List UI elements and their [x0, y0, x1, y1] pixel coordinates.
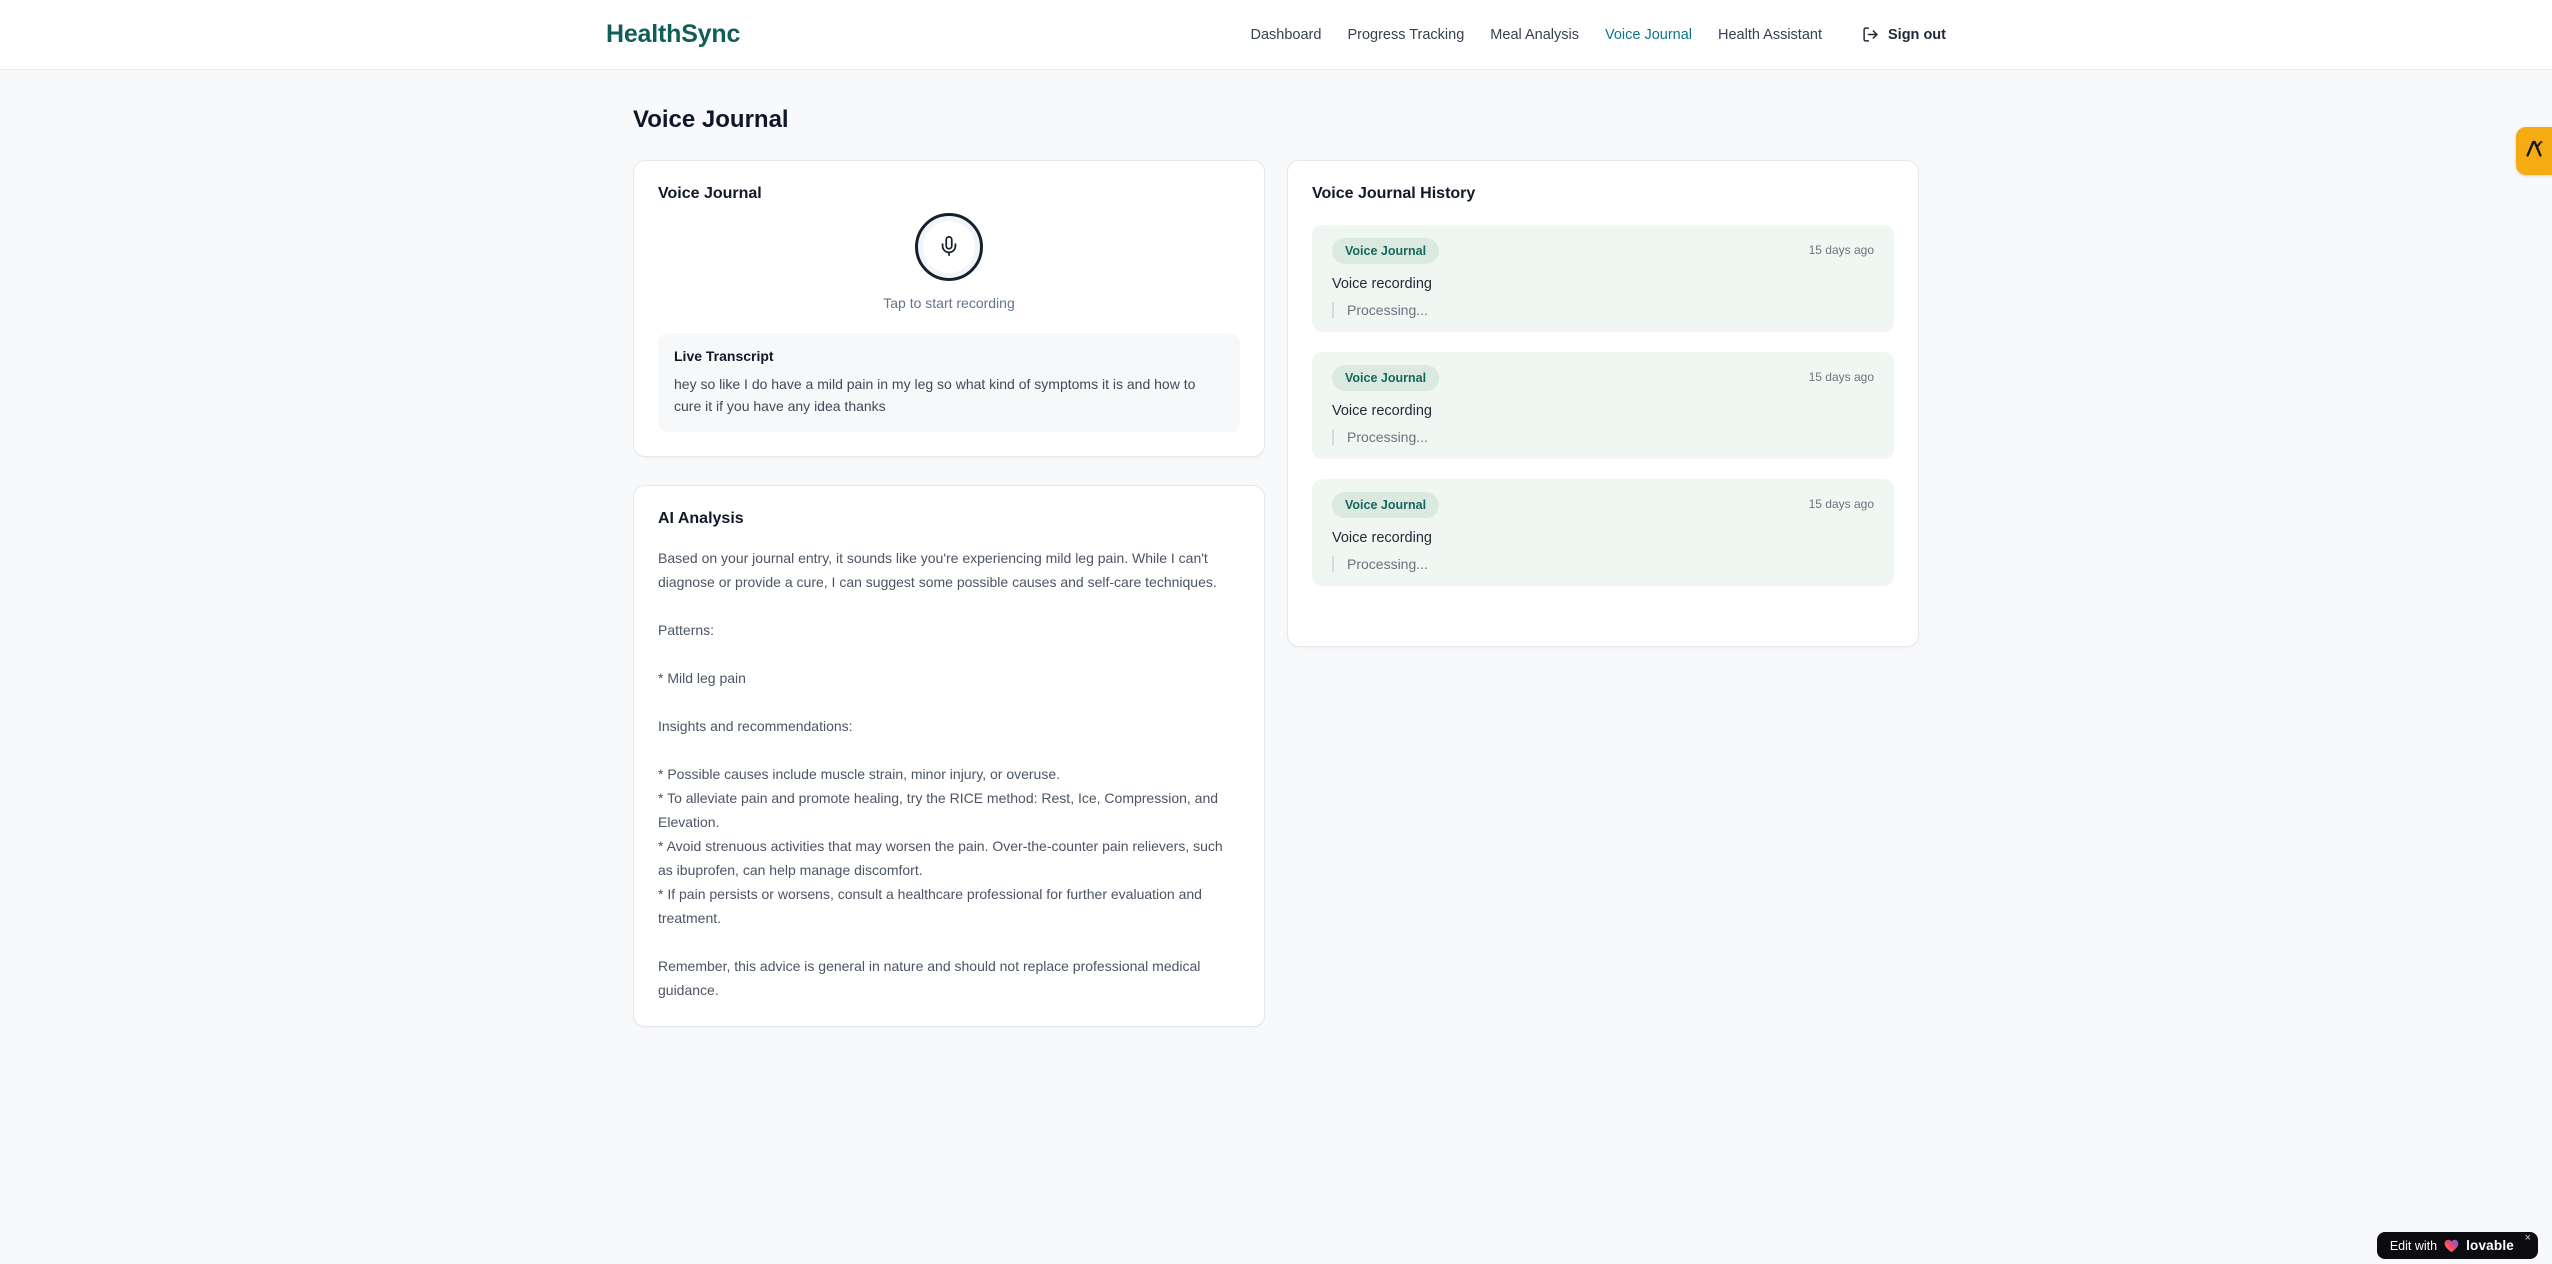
sign-out-label: Sign out [1888, 26, 1946, 43]
entry-timestamp: 15 days ago [1808, 497, 1874, 511]
entry-type-badge: Voice Journal [1332, 365, 1440, 391]
nav-item-voice-journal[interactable]: Voice Journal [1605, 27, 1692, 43]
nav-item-dashboard[interactable]: Dashboard [1251, 27, 1322, 43]
top-navigation-bar: HealthSync Dashboard Progress Tracking M… [0, 0, 2552, 70]
page-content: Voice Journal Voice Journal Tap to start… [633, 70, 1919, 1027]
left-column: Voice Journal Tap to start recording Liv… [633, 160, 1265, 1027]
sign-out-button[interactable]: Sign out [1862, 26, 1946, 43]
voice-journal-history-card: Voice Journal History Voice Journal 15 d… [1287, 160, 1919, 647]
voice-journal-recorder-card: Voice Journal Tap to start recording Liv… [633, 160, 1265, 457]
live-transcript-title: Live Transcript [674, 348, 774, 364]
entry-summary: Voice recording [1332, 403, 1432, 419]
lambda-logo-icon [2523, 137, 2545, 166]
entry-summary: Voice recording [1332, 276, 1432, 292]
nav-item-health-assistant[interactable]: Health Assistant [1718, 27, 1822, 43]
close-icon[interactable]: × [2525, 1233, 2531, 1244]
main-nav: Dashboard Progress Tracking Meal Analysi… [1251, 26, 1947, 43]
ai-analysis-body: Based on your journal entry, it sounds l… [658, 550, 1223, 998]
edit-with-label: Edit with [2389, 1238, 2438, 1253]
history-entry[interactable]: Voice Journal 15 days ago Voice recordin… [1312, 225, 1894, 332]
nav-item-progress-tracking[interactable]: Progress Tracking [1347, 27, 1464, 43]
app-logo[interactable]: HealthSync [606, 20, 740, 49]
page-title: Voice Journal [633, 106, 789, 133]
lovable-brand-label: lovable [2466, 1238, 2514, 1253]
live-transcript-box: Live Transcript hey so like I do have a … [658, 333, 1240, 432]
lovable-heart-icon [2444, 1239, 2459, 1253]
tap-to-record-label: Tap to start recording [883, 295, 1015, 311]
ai-analysis-title: AI Analysis [658, 510, 744, 527]
record-button[interactable] [915, 213, 983, 281]
amber-side-tab[interactable] [2516, 127, 2552, 175]
edit-with-lovable-badge[interactable]: Edit with lovable × [2376, 1232, 2538, 1259]
logout-icon [1862, 26, 1879, 43]
entry-status: Processing... [1332, 556, 1874, 572]
entry-timestamp: 15 days ago [1808, 243, 1874, 257]
entry-status: Processing... [1332, 429, 1874, 445]
entry-type-badge: Voice Journal [1332, 238, 1440, 264]
ai-analysis-card: AI Analysis Based on your journal entry,… [633, 485, 1265, 1027]
recorder-card-title: Voice Journal [658, 185, 762, 202]
entry-type-badge: Voice Journal [1332, 492, 1440, 518]
history-entry[interactable]: Voice Journal 15 days ago Voice recordin… [1312, 479, 1894, 586]
entry-timestamp: 15 days ago [1808, 370, 1874, 384]
microphone-icon [938, 235, 960, 260]
right-column: Voice Journal History Voice Journal 15 d… [1287, 160, 1919, 647]
history-card-title: Voice Journal History [1312, 185, 1476, 202]
entry-summary: Voice recording [1332, 530, 1432, 546]
live-transcript-text: hey so like I do have a mild pain in my … [674, 376, 1196, 414]
entry-status: Processing... [1332, 302, 1874, 318]
nav-item-meal-analysis[interactable]: Meal Analysis [1490, 27, 1579, 43]
history-entry[interactable]: Voice Journal 15 days ago Voice recordin… [1312, 352, 1894, 459]
